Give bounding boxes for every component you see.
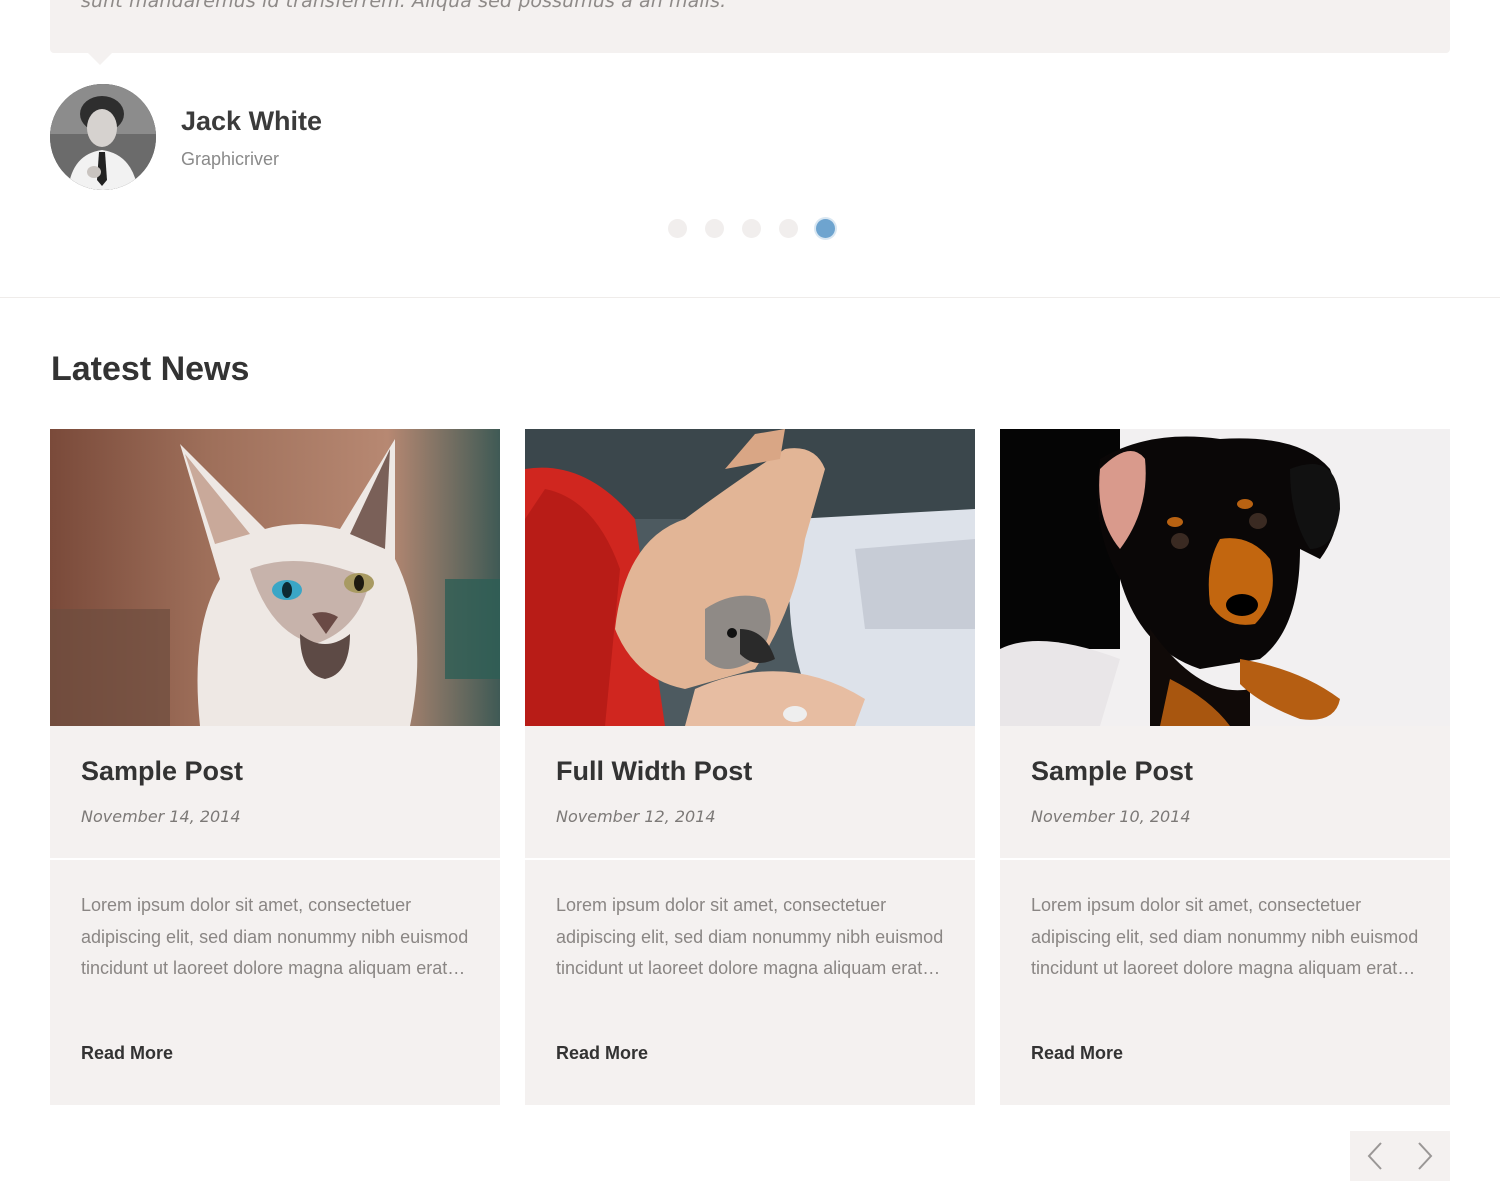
slider-dot-1[interactable] <box>668 219 687 238</box>
post-thumbnail-puppy[interactable] <box>1000 429 1450 726</box>
read-more-link[interactable]: Read More <box>81 1043 173 1064</box>
news-card-2: Full Width Post November 12, 2014 Lorem … <box>525 429 975 1105</box>
post-date: November 14, 2014 <box>81 807 241 826</box>
section-divider <box>0 297 1500 298</box>
chevron-right-icon <box>1418 1142 1433 1170</box>
post-thumbnail-bird[interactable] <box>525 429 975 726</box>
post-header: Full Width Post November 12, 2014 <box>525 726 975 860</box>
read-more-link[interactable]: Read More <box>556 1043 648 1064</box>
post-date: November 10, 2014 <box>1031 807 1191 826</box>
post-excerpt: Lorem ipsum dolor sit amet, consectetuer… <box>81 895 469 978</box>
post-thumbnail-kitten[interactable] <box>50 429 500 726</box>
post-title[interactable]: Sample Post <box>81 756 243 787</box>
news-card-3: Sample Post November 10, 2014 Lorem ipsu… <box>1000 429 1450 1105</box>
quote-pointer <box>88 53 112 65</box>
testimonial-author-name: Jack White <box>181 106 323 136</box>
post-title[interactable]: Sample Post <box>1031 756 1193 787</box>
testimonial-quote: sunt mandaremus id transferrem. Aliqua s… <box>81 0 727 12</box>
post-date: November 12, 2014 <box>556 807 716 826</box>
avatar <box>50 84 156 190</box>
prev-button[interactable] <box>1350 1131 1400 1181</box>
post-excerpt: Lorem ipsum dolor sit amet, consectetuer… <box>556 895 944 978</box>
post-excerpt: Lorem ipsum dolor sit amet, consectetuer… <box>1031 895 1419 978</box>
slider-dot-4[interactable] <box>779 219 798 238</box>
testimonial-quote-box: sunt mandaremus id transferrem. Aliqua s… <box>50 0 1450 53</box>
slider-dot-3[interactable] <box>742 219 761 238</box>
latest-news-title: Latest News <box>51 350 250 388</box>
testimonial-slider-dots <box>668 219 835 238</box>
next-button[interactable] <box>1400 1131 1450 1181</box>
testimonial-author-company: Graphicriver <box>181 149 280 169</box>
slider-dot-5-active[interactable] <box>816 219 835 238</box>
read-more-link[interactable]: Read More <box>1031 1043 1123 1064</box>
post-header: Sample Post November 14, 2014 <box>50 726 500 860</box>
chevron-left-icon <box>1367 1142 1382 1170</box>
news-carousel-pager <box>1350 1131 1450 1181</box>
slider-dot-2[interactable] <box>705 219 724 238</box>
post-header: Sample Post November 10, 2014 <box>1000 726 1450 860</box>
post-title[interactable]: Full Width Post <box>556 756 752 787</box>
news-card-1: Sample Post November 14, 2014 Lorem ipsu… <box>50 429 500 1105</box>
